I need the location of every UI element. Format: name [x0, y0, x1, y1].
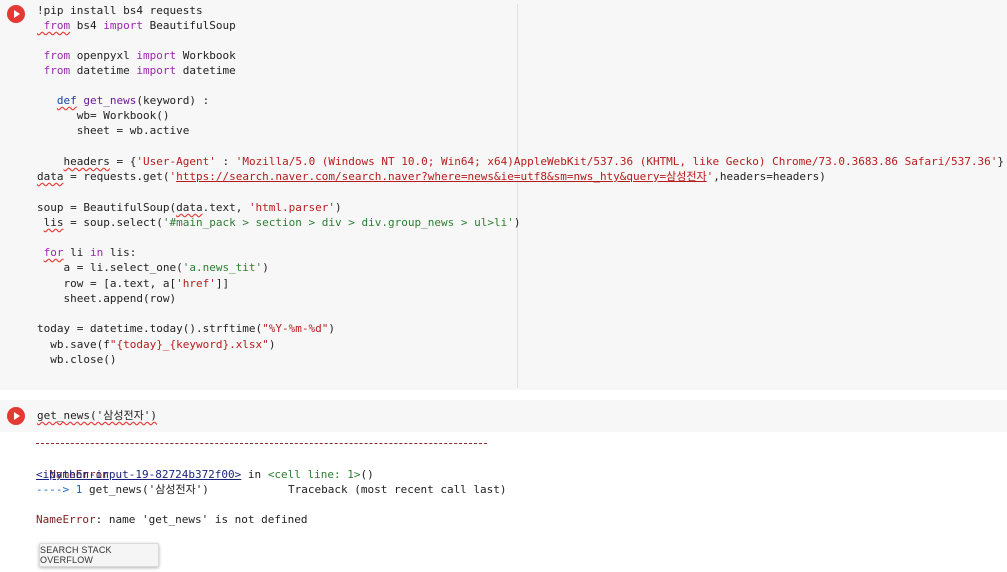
- play-icon: [14, 10, 20, 18]
- traceback-separator: [36, 443, 487, 444]
- code-line: def get_news(keyword) :: [56, 94, 210, 107]
- code-line: wb.save(f"{today}_{keyword}.xlsx"): [37, 338, 276, 351]
- arrow-code: get_news('삼성전자'): [88, 483, 209, 496]
- cell-line-ref: <cell line: 1>: [267, 468, 361, 481]
- line-length-ruler: [517, 4, 518, 388]
- code-line: lis = soup.select('#main_pack > section …: [43, 216, 521, 229]
- code-line: get_news('삼성전자'): [37, 409, 157, 422]
- code-line: today = datetime.today().strftime("%Y-%m…: [37, 322, 336, 335]
- code-line: from bs4 import BeautifulSoup: [37, 19, 236, 32]
- code-cell-1[interactable]: !pip install bs4 requests from bs4 impor…: [0, 0, 1007, 390]
- code-line: for li in lis:: [43, 246, 137, 259]
- arrow-marker: ----> 1: [36, 483, 89, 496]
- error-prefix: NameError: [36, 513, 96, 526]
- error-message-line: NameError: name 'get_news' is not define…: [36, 512, 308, 527]
- code-line: wb= Workbook(): [37, 109, 170, 122]
- in-text: in: [241, 468, 268, 481]
- traceback-header: NameError Traceback (most recent call la…: [36, 452, 506, 496]
- traceback-location: <ipython-input-19-82724b372f00> in <cell…: [36, 467, 374, 482]
- code-line: data = requests.get('https://search.nave…: [37, 170, 826, 183]
- code-line: headers = {'User-Agent' : 'Mozilla/5.0 (…: [63, 155, 1004, 168]
- traceback-arrow-line: ----> 1 get_news('삼성전자'): [36, 482, 209, 497]
- code-line: soup = BeautifulSoup(data.text, 'html.pa…: [37, 201, 342, 214]
- code-cell-2[interactable]: get_news('삼성전자'): [0, 400, 1007, 432]
- code-line: !pip install bs4 requests: [37, 4, 203, 17]
- error-message: : name 'get_news' is not defined: [95, 513, 308, 526]
- traceback-label: Traceback (most recent call last): [288, 483, 507, 496]
- run-cell-button[interactable]: [7, 5, 25, 23]
- play-icon: [14, 412, 20, 420]
- code-line: a = li.select_one('a.news_tit'): [37, 261, 269, 274]
- code-line: wb.close(): [37, 353, 117, 366]
- run-cell-button[interactable]: [7, 407, 25, 425]
- search-stack-overflow-button[interactable]: SEARCH STACK OVERFLOW: [39, 543, 159, 567]
- cell-ref-suffix: (): [360, 468, 374, 481]
- code-line: row = [a.text, a['href']]: [37, 277, 230, 290]
- ipython-input-link[interactable]: <ipython-input-19-82724b372f00>: [36, 468, 241, 481]
- code-line: from openpyxl import Workbook: [43, 49, 236, 62]
- code-line: from datetime import datetime: [43, 64, 236, 77]
- code-line: sheet = wb.active: [37, 124, 190, 137]
- code-line: sheet.append(row): [37, 292, 177, 305]
